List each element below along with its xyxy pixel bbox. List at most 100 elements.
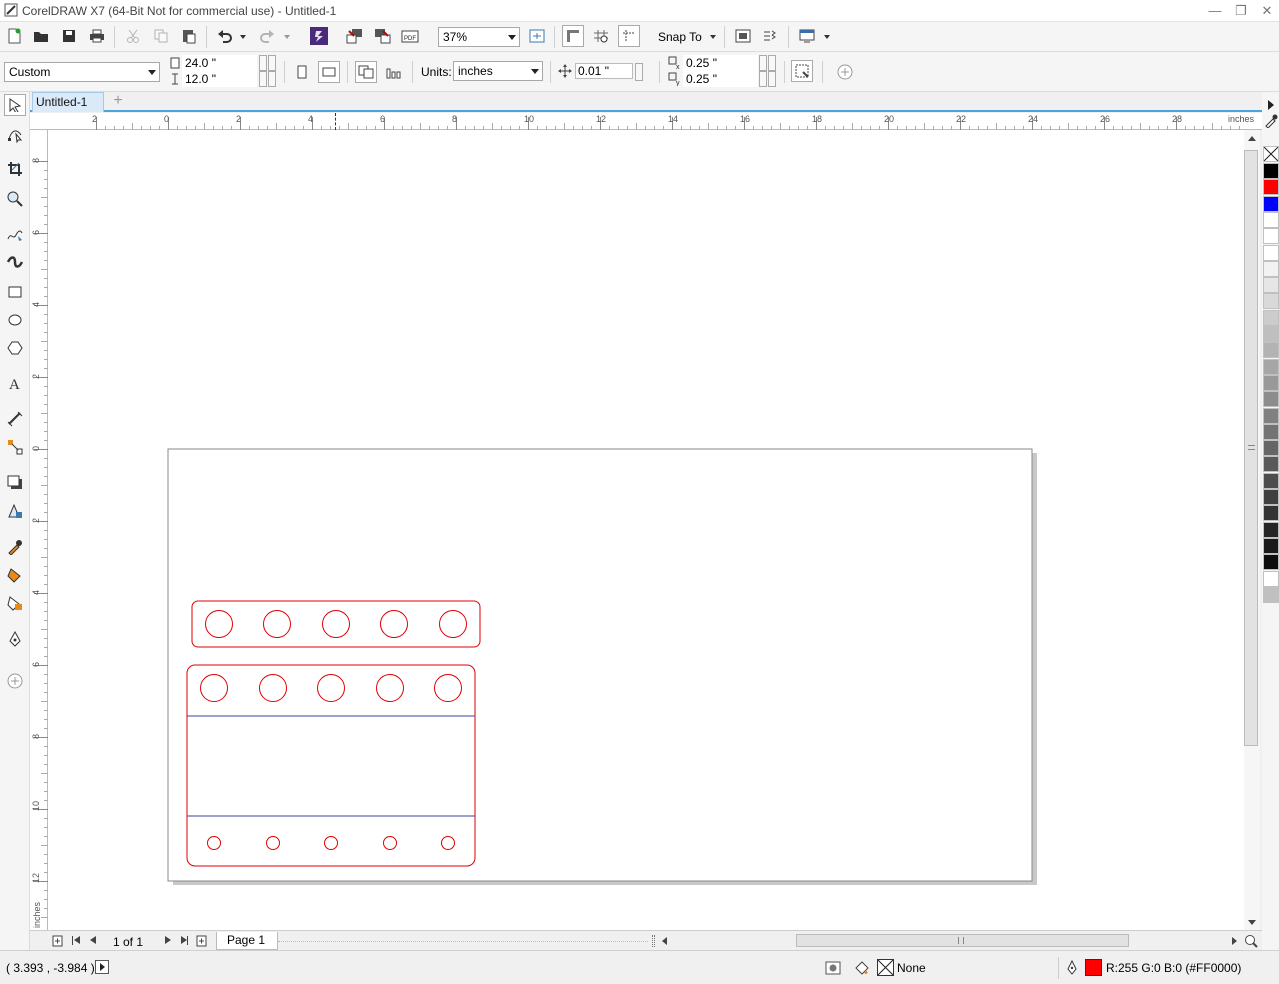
color-swatch[interactable] (1263, 309, 1279, 326)
last-page-icon[interactable] (187, 936, 188, 945)
landscape-icon[interactable] (318, 61, 340, 83)
page-height-spinner[interactable] (259, 71, 267, 87)
duplicate-y-field[interactable]: 0.25 " (683, 71, 758, 87)
undo-dropdown-icon[interactable] (240, 35, 246, 39)
vertical-scroll-thumb[interactable] (1244, 150, 1258, 746)
page-width-spinner[interactable] (259, 55, 267, 71)
fill-bucket-icon[interactable] (853, 960, 871, 976)
new-document-icon[interactable] (3, 25, 25, 47)
artistic-media-icon[interactable] (4, 251, 26, 273)
page-width-field[interactable]: 24.0 " (182, 55, 257, 71)
color-swatch[interactable] (1263, 570, 1279, 587)
color-swatch[interactable] (1263, 521, 1279, 538)
transparency-tool-icon[interactable] (4, 500, 26, 522)
prev-page-icon[interactable] (90, 936, 96, 944)
welcome-screen-icon[interactable] (796, 25, 818, 47)
connector-tool-icon[interactable] (4, 436, 26, 458)
scroll-right-icon[interactable] (1232, 937, 1237, 945)
restore-button[interactable]: ❐ (1229, 2, 1253, 20)
color-swatch[interactable] (1263, 505, 1279, 522)
color-swatch[interactable] (1263, 472, 1279, 489)
current-page-icon[interactable] (383, 61, 405, 83)
publish-pdf-icon[interactable]: PDF (400, 25, 422, 47)
interactive-fill-icon[interactable] (4, 564, 26, 586)
page-width-lock-icon[interactable] (268, 55, 276, 71)
redo-icon[interactable] (256, 25, 278, 47)
color-swatch[interactable] (1263, 277, 1279, 294)
color-swatch[interactable] (1263, 391, 1279, 408)
duplicate-x-spinner[interactable] (759, 55, 767, 71)
drawing-canvas[interactable] (48, 130, 1244, 930)
shape-tool-icon[interactable] (4, 124, 26, 146)
application-launcher-icon[interactable] (760, 25, 782, 47)
color-swatch[interactable] (1263, 195, 1279, 212)
scroll-down-icon[interactable] (1248, 920, 1256, 925)
portrait-icon[interactable] (291, 61, 313, 83)
scroll-up-icon[interactable] (1248, 136, 1256, 141)
text-tool-icon[interactable]: A (4, 372, 26, 394)
color-swatch[interactable] (1263, 228, 1279, 245)
page-height-lock-icon[interactable] (268, 71, 276, 87)
first-page-icon[interactable] (72, 936, 73, 945)
vertical-scrollbar[interactable] (1244, 130, 1260, 930)
tab-untitled-1[interactable]: Untitled-1 (32, 92, 104, 112)
color-swatch[interactable] (1263, 537, 1279, 554)
ellipse-tool-icon[interactable] (4, 309, 26, 331)
copy-icon[interactable] (150, 25, 172, 47)
print-icon[interactable] (86, 25, 108, 47)
color-swatch[interactable] (1263, 440, 1279, 457)
scroll-left-icon[interactable] (662, 937, 667, 945)
color-swatch[interactable] (1263, 554, 1279, 571)
new-tab-plus-icon[interactable]: + (110, 93, 126, 109)
export-icon[interactable] (372, 25, 394, 47)
add-tool-icon[interactable] (4, 670, 26, 692)
duplicate-y-spinner[interactable] (759, 71, 767, 87)
color-swatch[interactable] (1263, 374, 1279, 391)
duplicate-x-field[interactable]: 0.25 " (683, 55, 758, 71)
freehand-tool-icon[interactable] (4, 224, 26, 246)
outline-color-swatch[interactable] (1085, 959, 1102, 976)
page-preset-combo[interactable]: Custom (4, 62, 160, 82)
splitter-grip-icon[interactable] (652, 935, 655, 947)
paste-icon[interactable] (178, 25, 200, 47)
cut-icon[interactable] (122, 25, 144, 47)
undo-icon[interactable] (214, 25, 236, 47)
add-page-after-icon[interactable] (196, 935, 208, 947)
show-guidelines-icon[interactable] (618, 25, 640, 47)
snap-to-label[interactable]: Snap To (658, 30, 702, 44)
open-folder-icon[interactable] (30, 25, 52, 47)
color-swatch[interactable] (1263, 586, 1279, 603)
color-swatch[interactable] (1263, 407, 1279, 424)
page-height-field[interactable]: 12.0 " (182, 71, 257, 87)
treat-as-filled-icon[interactable] (791, 60, 813, 82)
close-button[interactable]: ✕ (1255, 2, 1279, 20)
rectangle-tool-icon[interactable] (4, 281, 26, 303)
zoom-navigator-icon[interactable] (1244, 934, 1258, 948)
nudge-distance-field[interactable]: 0.01 " (575, 63, 633, 79)
smart-fill-icon[interactable] (4, 592, 26, 614)
customize-dropdown-icon[interactable] (824, 35, 830, 39)
duplicate-x-spinner-2[interactable] (768, 55, 776, 71)
outline-pen-icon[interactable] (1066, 960, 1078, 976)
next-page-icon[interactable] (165, 936, 171, 944)
color-proofing-icon[interactable] (825, 960, 841, 976)
drop-shadow-icon[interactable] (4, 472, 26, 494)
color-swatch[interactable] (1263, 342, 1279, 359)
quick-customize-icon[interactable] (834, 61, 856, 83)
color-eyedropper-icon[interactable] (4, 536, 26, 558)
units-combo[interactable]: inches (453, 61, 543, 81)
status-expand-button[interactable] (95, 960, 109, 974)
vertical-ruler[interactable]: 8 6 4 2 0 2 4 6 8 10 12 inches (30, 130, 48, 930)
outline-pen-icon[interactable] (4, 628, 26, 650)
horizontal-ruler[interactable]: 2 0 2 4 6 8 10 12 14 16 18 20 22 24 26 28 inches (30, 113, 1262, 130)
full-screen-preview-icon[interactable] (526, 25, 548, 47)
polygon-tool-icon[interactable] (4, 337, 26, 359)
zoom-tool-icon[interactable] (4, 188, 26, 210)
color-swatch[interactable] (1263, 211, 1279, 228)
color-swatch[interactable] (1263, 423, 1279, 440)
save-icon[interactable] (58, 25, 80, 47)
crop-tool-icon[interactable] (4, 158, 26, 180)
page-tab[interactable]: Page 1 (216, 932, 278, 950)
nudge-spinner[interactable] (635, 63, 643, 81)
color-swatch[interactable] (1263, 179, 1279, 196)
